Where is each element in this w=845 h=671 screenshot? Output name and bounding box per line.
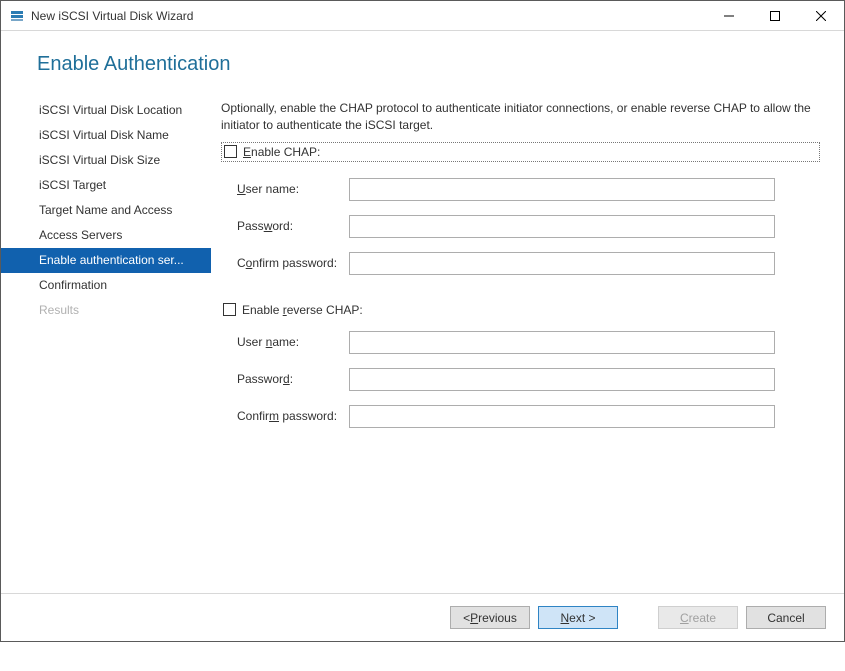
footer: < Previous Next > Create Cancel (1, 593, 844, 641)
window-title: New iSCSI Virtual Disk Wizard (31, 9, 706, 23)
chap-password-row: Password: (237, 215, 824, 238)
reverse-username-input[interactable] (349, 331, 775, 354)
maximize-button[interactable] (752, 1, 798, 31)
reverse-password-row: Password: (237, 368, 824, 391)
enable-chap-checkbox[interactable] (224, 145, 237, 158)
enable-reverse-chap-row[interactable]: Enable reverse CHAP: (221, 303, 824, 317)
chap-username-row: User name: (237, 178, 824, 201)
reverse-confirm-label: Confirm password: (237, 409, 349, 423)
chap-confirm-row: Confirm password: (237, 252, 824, 275)
header: Enable Authentication (1, 31, 844, 90)
reverse-confirm-input[interactable] (349, 405, 775, 428)
next-button[interactable]: Next > (538, 606, 618, 629)
minimize-button[interactable] (706, 1, 752, 31)
cancel-button[interactable]: Cancel (746, 606, 826, 629)
step-results: Results (1, 298, 211, 323)
create-button: Create (658, 606, 738, 629)
step-iscsi-target[interactable]: iSCSI Target (1, 173, 211, 198)
previous-button[interactable]: < Previous (450, 606, 530, 629)
titlebar: New iSCSI Virtual Disk Wizard (1, 1, 844, 31)
reverse-username-row: User name: (237, 331, 824, 354)
reverse-password-input[interactable] (349, 368, 775, 391)
reverse-password-label: Password: (237, 372, 349, 386)
step-disk-size[interactable]: iSCSI Virtual Disk Size (1, 148, 211, 173)
chap-password-input[interactable] (349, 215, 775, 238)
chap-password-label: Password: (237, 219, 349, 233)
reverse-confirm-row: Confirm password: (237, 405, 824, 428)
description-text: Optionally, enable the CHAP protocol to … (221, 100, 824, 134)
step-confirmation[interactable]: Confirmation (1, 273, 211, 298)
close-button[interactable] (798, 1, 844, 31)
window-controls (706, 1, 844, 31)
step-access-servers[interactable]: Access Servers (1, 223, 211, 248)
step-enable-authentication[interactable]: Enable authentication ser... (1, 248, 211, 273)
reverse-username-label: User name: (237, 335, 349, 349)
step-target-name[interactable]: Target Name and Access (1, 198, 211, 223)
wizard-steps: iSCSI Virtual Disk Location iSCSI Virtua… (1, 90, 211, 652)
main-panel: Optionally, enable the CHAP protocol to … (211, 90, 844, 652)
step-disk-location[interactable]: iSCSI Virtual Disk Location (1, 98, 211, 123)
chap-confirm-input[interactable] (349, 252, 775, 275)
chap-confirm-label: Confirm password: (237, 256, 349, 270)
app-icon (9, 8, 25, 24)
enable-chap-label: Enable CHAP: (243, 145, 320, 159)
enable-reverse-chap-checkbox[interactable] (223, 303, 236, 316)
step-disk-name[interactable]: iSCSI Virtual Disk Name (1, 123, 211, 148)
page-title: Enable Authentication (37, 53, 844, 76)
chap-username-label: User name: (237, 182, 349, 196)
enable-reverse-chap-label: Enable reverse CHAP: (242, 303, 363, 317)
enable-chap-row[interactable]: Enable CHAP: (221, 142, 820, 162)
chap-username-input[interactable] (349, 178, 775, 201)
